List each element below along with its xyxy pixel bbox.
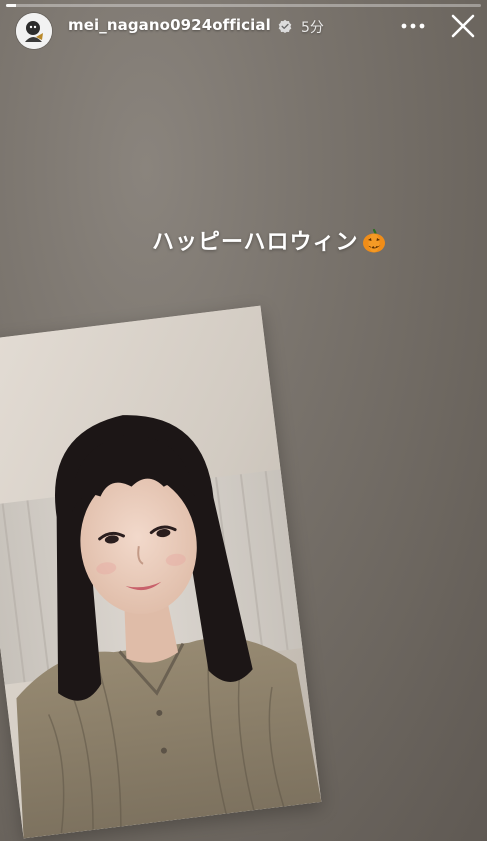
- more-options-icon[interactable]: [400, 16, 426, 36]
- story-progress-fill: [6, 4, 16, 7]
- post-timestamp: 5分: [301, 20, 324, 36]
- username[interactable]: mei_nagano0924official: [68, 16, 271, 34]
- avatar-illustration-icon: [16, 13, 52, 49]
- caption-text: ハッピーハロウィン: [152, 230, 359, 255]
- jack-o-lantern-icon: [362, 228, 385, 253]
- avatar[interactable]: [16, 13, 52, 49]
- close-icon[interactable]: [449, 12, 477, 40]
- story-viewer[interactable]: mei_nagano0924official 5分 ハッピーハロウィン: [0, 0, 487, 841]
- verified-badge-icon: [278, 19, 292, 33]
- story-photo: [0, 305, 322, 839]
- story-header: mei_nagano0924official 5分: [0, 10, 487, 49]
- story-caption: ハッピーハロウィン: [152, 224, 387, 256]
- portrait-photo: [0, 305, 322, 839]
- story-progress-bar: [6, 4, 481, 7]
